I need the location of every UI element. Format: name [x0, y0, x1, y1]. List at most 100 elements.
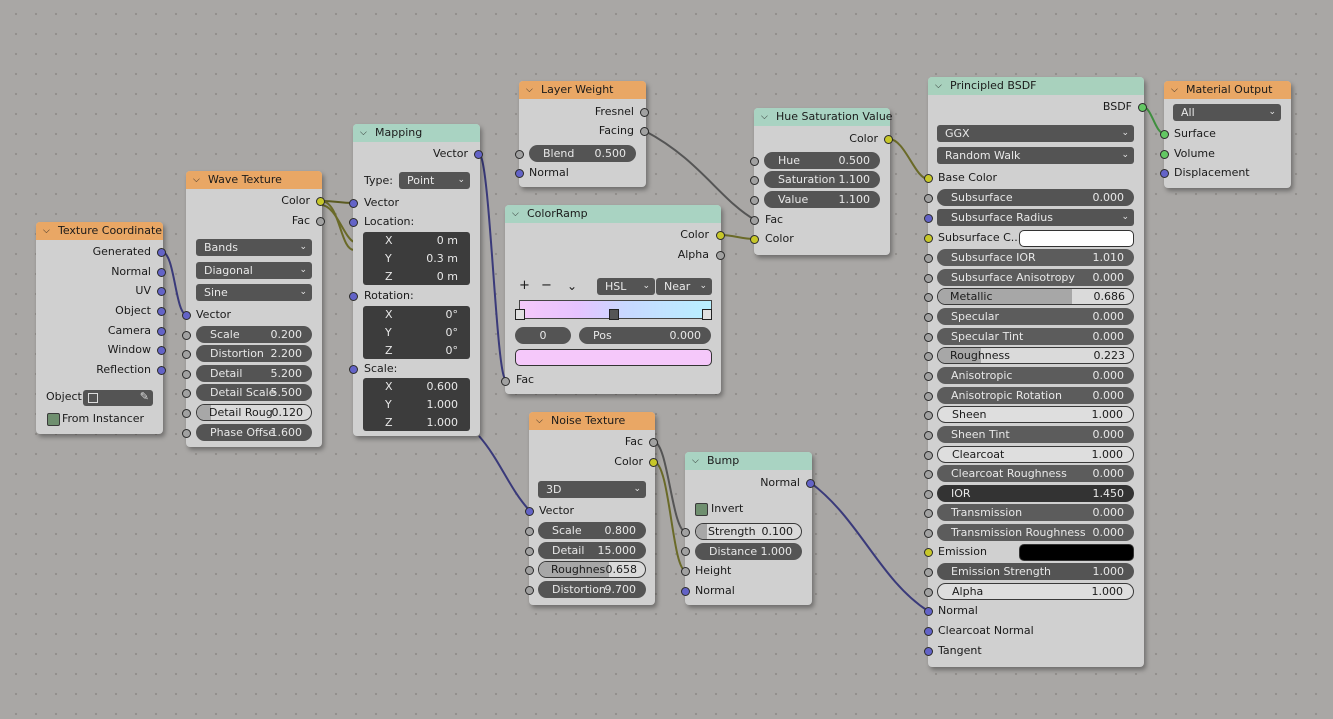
socket-normal-out[interactable]: [806, 479, 815, 488]
socket-saturation-in[interactable]: [750, 176, 759, 185]
ramp-menu-button[interactable]: ⌄: [567, 277, 577, 295]
node-bump[interactable]: ⌵ Bump Normal Invert Strength 0.100 Distan…: [681, 452, 815, 605]
distribution-dropdown[interactable]: GGX ⌄: [937, 125, 1134, 142]
transmission-field[interactable]: Transmission 0.000: [937, 504, 1134, 521]
node-layer-weight[interactable]: ⌵ Layer Weight Fresnel Facing Blend 0.500 …: [515, 81, 649, 187]
socket-fresnel-out[interactable]: [640, 108, 649, 117]
detail-field[interactable]: Detail 5.200: [196, 365, 312, 382]
ior-field[interactable]: IOR 1.450: [937, 485, 1134, 502]
socket-subsurface-ior-in[interactable]: [924, 254, 933, 263]
socket-transmission-in[interactable]: [924, 509, 933, 518]
dimensions-dropdown[interactable]: 3D ⌄: [538, 481, 646, 498]
socket-surface-in[interactable]: [1160, 130, 1169, 139]
node-header[interactable]: ⌵ ColorRamp: [505, 205, 721, 223]
node-header[interactable]: ⌵ Wave Texture: [186, 171, 322, 189]
socket-specular-in[interactable]: [924, 313, 933, 322]
socket-camera[interactable]: [157, 327, 166, 336]
active-stop-index[interactable]: 0: [515, 327, 571, 344]
socket-vector-in[interactable]: [182, 311, 191, 320]
node-header[interactable]: ⌵ Hue Saturation Value: [754, 108, 893, 126]
node-colorramp[interactable]: ⌵ ColorRamp Color Alpha + − ⌄ HSL ⌄ Near ⌄ …: [501, 205, 725, 394]
location-vector[interactable]: X 0 m Y 0.3 m Z 0 m: [363, 232, 470, 285]
rotation-z[interactable]: Z 0°: [363, 342, 470, 359]
blend-field[interactable]: Blend 0.500: [529, 145, 636, 162]
socket-ior-in[interactable]: [924, 490, 933, 499]
socket-object[interactable]: [157, 307, 166, 316]
distortion-field[interactable]: Distortion 9.700: [538, 581, 646, 598]
detail-roughness-slider[interactable]: Detail Roug 0.120: [196, 404, 312, 421]
socket-detail-in[interactable]: [525, 547, 534, 556]
socket-color-out[interactable]: [716, 231, 725, 240]
phase-offset-field[interactable]: Phase Offse 1.600: [196, 424, 312, 441]
socket-displacement-in[interactable]: [1160, 169, 1169, 178]
wave-direction-dropdown[interactable]: Diagonal ⌄: [196, 262, 312, 279]
socket-facing-out[interactable]: [640, 127, 649, 136]
socket-vector-in[interactable]: [525, 507, 534, 516]
location-y[interactable]: Y 0.3 m: [363, 250, 470, 267]
emission-strength-field[interactable]: Emission Strength 1.000: [937, 563, 1134, 580]
scale-y[interactable]: Y 1.000: [363, 396, 470, 413]
node-header[interactable]: ⌵ Layer Weight: [519, 81, 646, 99]
chevron-down-icon[interactable]: ⌵: [692, 452, 699, 470]
from-instancer-checkbox[interactable]: [47, 413, 60, 426]
socket-normal-in[interactable]: [681, 587, 690, 596]
clearcoat-field[interactable]: Clearcoat 1.000: [937, 446, 1134, 463]
scale-z[interactable]: Z 1.000: [363, 414, 470, 431]
distortion-field[interactable]: Distortion 2.200: [196, 345, 312, 362]
socket-color-out[interactable]: [649, 458, 658, 467]
socket-sheen-in[interactable]: [924, 411, 933, 420]
socket-base-color-in[interactable]: [924, 174, 933, 183]
socket-normal-in[interactable]: [924, 607, 933, 616]
chevron-down-icon[interactable]: ⌵: [935, 77, 942, 95]
socket-emission-in[interactable]: [924, 548, 933, 557]
mapping-type-dropdown[interactable]: Point ⌄: [399, 172, 470, 189]
detail-scale-field[interactable]: Detail Scale 5.500: [196, 384, 312, 401]
socket-emission-strength-in[interactable]: [924, 568, 933, 577]
subsurface-radius-field[interactable]: Subsurface Radius ⌄: [937, 209, 1134, 226]
socket-hue-in[interactable]: [750, 157, 759, 166]
subsurface-anisotropy-field[interactable]: Subsurface Anisotropy 0.000: [937, 269, 1134, 286]
socket-distortion-in[interactable]: [182, 350, 191, 359]
socket-anisotropic-in[interactable]: [924, 372, 933, 381]
color-mode-dropdown[interactable]: HSL ⌄: [597, 278, 655, 295]
ramp-stop-marker[interactable]: [609, 309, 619, 320]
socket-location-in[interactable]: [349, 218, 358, 227]
invert-checkbox[interactable]: [695, 503, 708, 516]
socket-color-out[interactable]: [316, 197, 325, 206]
socket-scale-in[interactable]: [182, 331, 191, 340]
scale-field[interactable]: Scale 0.200: [196, 326, 312, 343]
sheen-field[interactable]: Sheen 1.000: [937, 406, 1134, 423]
anisotropic-rotation-field[interactable]: Anisotropic Rotation 0.000: [937, 387, 1134, 404]
socket-height-in[interactable]: [681, 567, 690, 576]
socket-clearcoat-in[interactable]: [924, 451, 933, 460]
socket-scale-in[interactable]: [349, 365, 358, 374]
rotation-y[interactable]: Y 0°: [363, 324, 470, 341]
socket-fac-out[interactable]: [316, 217, 325, 226]
ramp-stop-marker[interactable]: [515, 309, 525, 320]
roughness-field[interactable]: Roughness 0.223: [937, 347, 1134, 364]
subsurface-ior-field[interactable]: Subsurface IOR 1.010: [937, 249, 1134, 266]
strength-slider[interactable]: Strength 0.100: [695, 523, 802, 540]
socket-sheen-tint-in[interactable]: [924, 431, 933, 440]
socket-phase-offset-in[interactable]: [182, 429, 191, 438]
chevron-down-icon[interactable]: ⌵: [43, 222, 50, 240]
chevron-down-icon[interactable]: ⌵: [512, 205, 519, 223]
socket-volume-in[interactable]: [1160, 150, 1169, 159]
chevron-down-icon[interactable]: ⌵: [761, 108, 768, 126]
socket-generated[interactable]: [157, 248, 166, 257]
scale-vector[interactable]: X 0.600 Y 1.000 Z 1.000: [363, 378, 470, 431]
chevron-down-icon[interactable]: ⌵: [1171, 81, 1178, 99]
location-z[interactable]: Z 0 m: [363, 268, 470, 285]
node-material-output[interactable]: ⌵ Material Output All ⌄ Surface Volume Dis…: [1160, 81, 1291, 188]
node-noise-texture[interactable]: ⌵ Noise Texture Fac Color 3D ⌄ Vector Scal…: [525, 412, 658, 605]
node-header[interactable]: ⌵ Bump: [685, 452, 812, 470]
sheen-tint-field[interactable]: Sheen Tint 0.000: [937, 426, 1134, 443]
chevron-down-icon[interactable]: ⌵: [193, 171, 200, 189]
specular-field[interactable]: Specular 0.000: [937, 308, 1134, 325]
subsurface-method-dropdown[interactable]: Random Walk ⌄: [937, 147, 1134, 164]
socket-distortion-in[interactable]: [525, 586, 534, 595]
chevron-down-icon[interactable]: ⌵: [526, 81, 533, 99]
node-header[interactable]: ⌵ Mapping: [353, 124, 480, 142]
socket-strength-in[interactable]: [681, 528, 690, 537]
stop-color-swatch[interactable]: [515, 349, 712, 366]
